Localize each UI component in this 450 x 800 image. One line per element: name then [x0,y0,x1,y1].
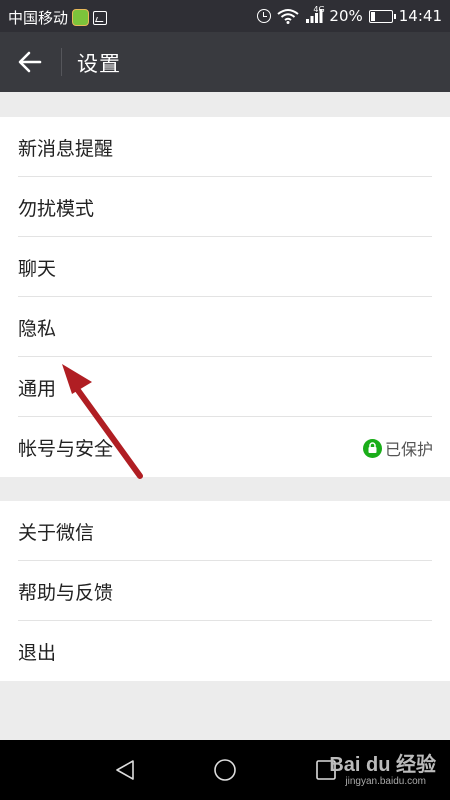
watermark-url: jingyan.baidu.com [345,776,426,787]
status-bar-left: 中国移动 [8,7,108,28]
battery-icon [368,9,396,23]
settings-item-label: 帮助与反馈 [18,581,114,604]
watermark-brand: Bai du 经验 [329,754,436,776]
status-bar: 中国移动 4G 20% 14:41 [0,0,450,32]
settings-item-do-not-disturb[interactable]: 勿扰模式 [0,177,450,237]
title-divider [61,48,62,76]
alarm-icon [257,9,272,23]
battery-percent: 20% [329,7,363,25]
settings-item-logout[interactable]: 退出 [0,621,450,681]
settings-item-help-feedback[interactable]: 帮助与反馈 [0,561,450,621]
settings-item-label: 关于微信 [18,521,95,544]
settings-item-label: 新消息提醒 [18,137,114,160]
cell-signal-icon: 4G [305,5,325,23]
settings-item-new-message-alerts[interactable]: 新消息提醒 [0,117,450,177]
settings-item-privacy[interactable]: 隐私 [0,297,450,357]
clock: 14:41 [398,7,442,25]
back-arrow-icon [18,51,42,73]
status-bar-right: 4G 20% 14:41 [257,5,442,25]
settings-item-chat[interactable]: 聊天 [0,237,450,297]
page-title: 设置 [77,52,121,76]
nav-home-icon[interactable] [213,758,237,782]
settings-item-label: 退出 [18,641,57,664]
title-bar: 设置 [0,32,450,92]
status-text: 已保护 [384,440,433,459]
nav-back-icon[interactable] [113,758,137,782]
wifi-icon [277,8,300,24]
settings-group-secondary: 关于微信 帮助与反馈 退出 [0,501,450,681]
image-notification-icon [93,10,108,25]
account-protection-status: 已保护 [362,436,433,460]
system-nav-bar: Bai du 经验 jingyan.baidu.com [0,740,450,800]
settings-item-label: 勿扰模式 [18,197,95,220]
notification-app-icon [72,9,90,26]
settings-item-label: 聊天 [18,257,57,280]
settings-item-label: 隐私 [18,317,57,340]
battery-level [370,11,375,21]
back-button[interactable] [8,42,52,82]
network-type-badge: 4G [313,5,325,14]
carrier-name: 中国移动 [8,9,69,27]
annotation-arrow-icon [62,364,143,479]
lock-icon [362,438,382,458]
settings-item-about[interactable]: 关于微信 [0,501,450,561]
